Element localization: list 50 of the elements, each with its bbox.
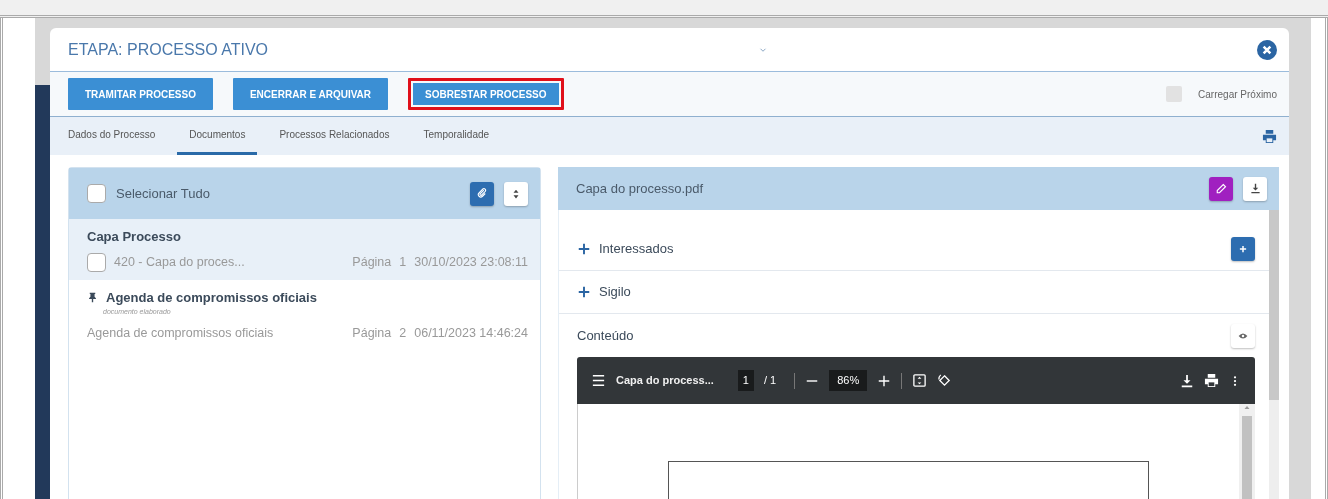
tab[interactable]: Dados do Processo: [56, 117, 168, 155]
zoom-level[interactable]: 86%: [829, 370, 868, 391]
scrollbar-thumb[interactable]: [1242, 416, 1252, 499]
document-group-title: Capa Processo: [87, 228, 181, 246]
attachment-button[interactable]: [470, 181, 494, 206]
download-icon: [1249, 183, 1261, 194]
page-input[interactable]: 1: [737, 370, 754, 391]
select-all-label: Selecionar Tudo: [116, 184, 211, 203]
zoom-in-icon[interactable]: [877, 373, 892, 388]
plus-icon[interactable]: [577, 242, 591, 256]
page-number: 2: [399, 324, 407, 342]
section-label[interactable]: Sigilo: [599, 282, 1255, 302]
pencil-icon: [1215, 182, 1227, 195]
checkbox-label: Carregar Próximo: [1198, 87, 1277, 102]
document-date: 30/10/2023 23:08:11: [414, 253, 528, 271]
tab[interactable]: Documentos: [177, 117, 258, 155]
scrollbar-thumb[interactable]: [1269, 210, 1279, 400]
document-date: 06/11/2023 14:46:24: [414, 324, 528, 342]
plus-icon[interactable]: [577, 285, 591, 299]
paperclip-icon: [476, 188, 488, 199]
printer-icon[interactable]: [1262, 128, 1277, 144]
plus-icon: [1238, 244, 1248, 254]
page-number: 1: [399, 253, 407, 271]
page-label: Página: [352, 253, 392, 271]
checkbox[interactable]: [87, 184, 106, 203]
fit-page-icon[interactable]: [912, 373, 928, 388]
download-button[interactable]: [1243, 176, 1267, 201]
sort-icon: [511, 188, 521, 199]
file-name: Capa do processo.pdf: [576, 179, 705, 198]
close-icon[interactable]: [1257, 39, 1277, 60]
rotate-icon[interactable]: [937, 373, 953, 388]
checkbox[interactable]: [1166, 86, 1183, 102]
document-group-title: Agenda de compromissos oficiais: [106, 288, 317, 307]
menu-icon[interactable]: [591, 373, 606, 388]
section-label: Conteúdo: [577, 326, 635, 345]
edit-button[interactable]: [1209, 176, 1233, 201]
add-button[interactable]: [1231, 237, 1255, 261]
printer-icon[interactable]: [1204, 373, 1219, 388]
sort-button[interactable]: [504, 181, 528, 206]
document-group[interactable]: Capa Processo 420 - Capa do proces... Página 1 30/10/2023 23:08:11: [69, 219, 540, 280]
tab[interactable]: Processos Relacionados: [267, 117, 402, 155]
modal-title: ETAPA: PROCESSO ATIVO: [68, 39, 269, 60]
download-icon[interactable]: [1180, 373, 1194, 388]
page-label: Página: [352, 324, 392, 342]
tab[interactable]: Temporalidade: [411, 117, 502, 155]
checkbox[interactable]: [87, 252, 106, 272]
page-count: / 1: [763, 373, 777, 389]
section-label[interactable]: Interessados: [599, 239, 1223, 259]
preview-button[interactable]: [1231, 323, 1255, 348]
document-title: Capa do process...: [616, 373, 714, 389]
